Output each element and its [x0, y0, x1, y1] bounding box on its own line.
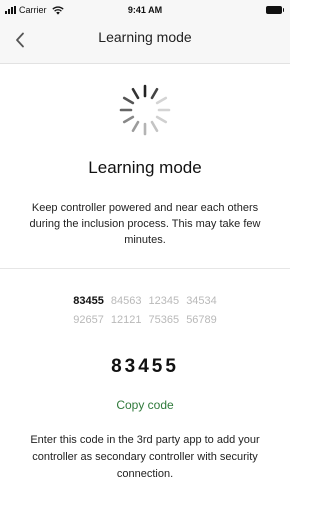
- instruction-text: Enter this code in the 3rd party app to …: [30, 434, 260, 480]
- code-item[interactable]: 12121: [111, 314, 142, 326]
- code-item[interactable]: 56789: [186, 314, 217, 326]
- code-row: 92657 12121 75365 56789: [0, 311, 290, 330]
- code-item[interactable]: 92657: [73, 314, 104, 326]
- code-list: 83455 84563 12345 34534 92657 12121 7536…: [0, 292, 290, 330]
- battery-icon: [266, 6, 284, 14]
- code-item[interactable]: 75365: [149, 314, 180, 326]
- nav-title: Learning mode: [98, 29, 192, 45]
- code-item[interactable]: 84563: [111, 295, 142, 307]
- code-row: 83455 84563 12345 34534: [0, 292, 290, 311]
- section-divider: [0, 268, 290, 269]
- copy-code-button[interactable]: Copy code: [95, 398, 195, 412]
- code-item-selected[interactable]: 83455: [73, 295, 104, 307]
- status-time: 9:41 AM: [127, 5, 163, 15]
- code-item[interactable]: 12345: [149, 295, 180, 307]
- navigation-bar: Learning mode: [0, 20, 290, 64]
- activity-spinner-icon: [119, 84, 171, 136]
- description-text: Keep controller powered and near each ot…: [29, 202, 261, 246]
- status-bar: Carrier 9:41 AM: [0, 0, 290, 20]
- learning-mode-heading: Learning mode: [88, 158, 202, 177]
- code-item[interactable]: 34534: [186, 295, 217, 307]
- selected-code: 83455: [111, 356, 179, 377]
